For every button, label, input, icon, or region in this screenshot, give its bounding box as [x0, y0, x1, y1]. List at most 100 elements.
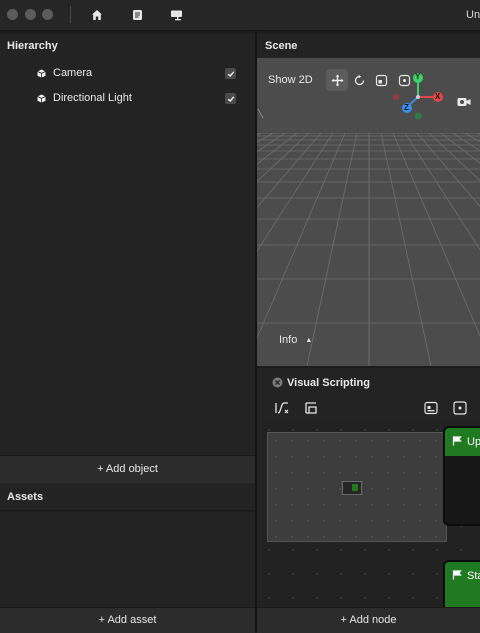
grid-dot	[275, 472, 277, 474]
grid-dot	[339, 440, 341, 442]
grid-dot	[355, 520, 357, 522]
grid-dot	[292, 549, 294, 551]
grid-dot	[323, 456, 325, 458]
hierarchy-item-label: Directional Light	[53, 92, 132, 104]
visual-scripting-canvas[interactable]: Upd Sta	[257, 418, 480, 607]
grid-dot	[435, 520, 437, 522]
grid-dot	[339, 536, 341, 538]
grid-dot	[291, 504, 293, 506]
grid-line	[257, 133, 274, 143]
grid-dot	[307, 440, 309, 442]
grid-dot	[292, 429, 294, 431]
maximize-window-button[interactable]	[42, 9, 53, 20]
grid-dot	[435, 456, 437, 458]
flag-icon	[452, 436, 462, 446]
grid-dot	[403, 504, 405, 506]
grid-dot	[412, 549, 414, 551]
grid-dot	[412, 429, 414, 431]
grid-dot	[275, 440, 277, 442]
grid-dot	[388, 573, 390, 575]
y-axis-label: Y	[415, 72, 421, 81]
home-icon[interactable]	[90, 8, 104, 22]
title-bar: Unt	[0, 0, 480, 31]
add-node-button[interactable]: + Add node	[257, 607, 480, 633]
grid-dot	[323, 504, 325, 506]
visibility-checkbox[interactable]	[225, 93, 236, 104]
grid-dot	[316, 597, 318, 599]
show-2d-toggle[interactable]: Show 2D	[268, 74, 313, 86]
grid-dot	[339, 488, 341, 490]
grid-line	[257, 133, 322, 209]
grid-dot	[387, 504, 389, 506]
add-object-button[interactable]: + Add object	[0, 455, 255, 483]
checkmark-icon	[227, 95, 234, 102]
grid-dot	[339, 456, 341, 458]
minimap[interactable]	[267, 432, 447, 542]
grid-line	[404, 133, 480, 251]
grid-dot	[435, 472, 437, 474]
orientation-gizmo[interactable]: Y X Z	[387, 68, 447, 124]
minimap-viewport[interactable]	[342, 481, 362, 495]
grid-dot	[387, 536, 389, 538]
grid-dot	[355, 472, 357, 474]
grid-dot	[460, 549, 462, 551]
grid-dot	[307, 520, 309, 522]
visibility-checkbox[interactable]	[225, 68, 236, 79]
grid-dot	[388, 597, 390, 599]
hierarchy-item-directional-light[interactable]: Directional Light	[0, 86, 255, 111]
grid-dot	[419, 440, 421, 442]
add-asset-button[interactable]: + Add asset	[0, 607, 255, 633]
grid-dot	[275, 504, 277, 506]
grid-dot	[323, 440, 325, 442]
grid-dot	[436, 597, 438, 599]
node-start[interactable]: Sta	[443, 560, 480, 607]
minimize-window-button[interactable]	[25, 9, 36, 20]
scene-viewport[interactable]: Show 2D Y X Z Info ▲	[257, 58, 480, 366]
grid-dot	[387, 440, 389, 442]
grid-dot	[355, 440, 357, 442]
grid-dot	[419, 488, 421, 490]
camera-view-icon[interactable]	[457, 96, 471, 108]
grid-dot	[323, 520, 325, 522]
grid-dot	[403, 536, 405, 538]
grid-dot	[436, 429, 438, 431]
assets-list	[0, 512, 255, 607]
group-node-icon[interactable]	[304, 401, 318, 415]
hierarchy-item-camera[interactable]: Camera	[0, 61, 255, 86]
document-icon[interactable]	[130, 8, 144, 22]
frame-icon[interactable]	[424, 401, 438, 415]
grid-dot	[371, 488, 373, 490]
grid-dot	[371, 536, 373, 538]
grid-line	[306, 133, 358, 366]
grid-dot	[268, 597, 270, 599]
caret-up-icon: ▲	[305, 337, 313, 344]
grid-dot	[307, 456, 309, 458]
close-window-button[interactable]	[7, 9, 18, 20]
grid-dot	[435, 504, 437, 506]
grid-dot	[268, 429, 270, 431]
cube-icon	[37, 69, 46, 78]
grid-dot	[435, 440, 437, 442]
grid-dot	[371, 456, 373, 458]
cube-icon	[37, 94, 46, 103]
curve-connector-icon[interactable]	[275, 401, 289, 415]
grid-dot	[403, 440, 405, 442]
grid-dot	[419, 472, 421, 474]
grid-dot	[436, 549, 438, 551]
move-tool-icon[interactable]	[326, 69, 348, 91]
grid-dot	[291, 472, 293, 474]
x-axis-label: X	[435, 92, 441, 101]
grid-dot	[371, 472, 373, 474]
close-icon[interactable]	[272, 377, 283, 388]
rotate-tool-icon[interactable]	[348, 69, 370, 91]
monitor-icon[interactable]	[169, 8, 183, 22]
grid-dot	[387, 488, 389, 490]
info-toggle[interactable]: Info ▲	[279, 334, 312, 346]
grid-dot	[275, 536, 277, 538]
fit-view-icon[interactable]	[453, 401, 467, 415]
node-update[interactable]: Upd	[443, 426, 480, 526]
grid-dot	[291, 536, 293, 538]
grid-dot	[419, 536, 421, 538]
grid-dot	[316, 429, 318, 431]
hierarchy-item-label: Camera	[53, 67, 93, 79]
